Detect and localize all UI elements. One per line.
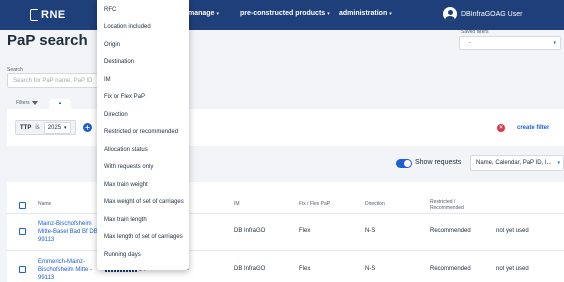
filter-panel: TTP is 2025 ▾ + × create filter	[7, 109, 564, 146]
menu-item-direction[interactable]: Direction	[104, 112, 128, 118]
logo-mark-icon	[30, 9, 38, 21]
row-divider	[7, 250, 564, 251]
filter-chip-key: TTP	[20, 124, 32, 131]
menu-item-allocation-status[interactable]: Allocation status	[104, 147, 148, 153]
filter-chip-operator: is	[35, 124, 40, 131]
page-title: PaP search	[7, 32, 88, 49]
menu-item-rfc[interactable]: RFC	[104, 7, 116, 13]
menu-item-destination[interactable]: Destination	[104, 59, 134, 65]
nav-administration[interactable]: administration ▾	[339, 10, 392, 17]
chevron-down-icon: ▾	[327, 11, 330, 17]
chevron-down-icon: ▾	[64, 124, 67, 131]
saved-filters-value: -	[469, 40, 471, 46]
nav-administration-label: administration	[339, 10, 388, 17]
nav-pre-constructed-products-label: pre-constructed products	[240, 10, 326, 17]
plus-circle-icon: +	[85, 123, 90, 132]
user-menu[interactable]: DBInfraGOAG User	[443, 7, 522, 21]
saved-filters-select[interactable]: - ▾	[459, 36, 561, 50]
row-usage-status: not yet used	[496, 266, 529, 272]
menu-item-location-included[interactable]: Location included	[104, 24, 151, 30]
header-fix-flex: Fix / Flex PaP	[299, 201, 331, 207]
row-direction: N-S	[365, 266, 376, 272]
menu-item-running-days[interactable]: Running days	[104, 252, 141, 258]
nav-pre-constructed-products[interactable]: pre-constructed products ▾	[240, 10, 330, 17]
row-restricted: Recommended	[430, 266, 471, 272]
header-name: Name	[38, 201, 52, 207]
header-restricted-recommended: Restricted / Recommended	[430, 199, 464, 211]
nav-manage[interactable]: manage ▾	[188, 10, 219, 17]
menu-item-max-length-carriages[interactable]: Max length of set of carriages	[104, 234, 183, 240]
row-checkbox[interactable]	[19, 228, 26, 235]
show-requests-label: Show requests	[415, 159, 462, 166]
menu-item-max-weight-carriages[interactable]: Max weight of set of carriages	[104, 199, 184, 205]
sort-select-value: Name, Calendar, PaP ID, I...	[476, 160, 552, 166]
rne-logo[interactable]: RNE	[30, 8, 66, 22]
chevron-up-icon: ▴	[58, 100, 62, 106]
create-filter-link[interactable]: create filter	[517, 125, 549, 131]
menu-item-fix-or-flex[interactable]: Fix or Flex PaP	[104, 94, 145, 100]
chevron-down-icon: ▾	[216, 11, 219, 17]
filter-chip-year-select[interactable]: 2025 ▾	[43, 121, 71, 134]
header-im: IM	[234, 201, 240, 207]
menu-item-max-train-length[interactable]: Max train length	[104, 217, 147, 223]
clear-filter-button[interactable]: ×	[497, 124, 505, 132]
row-restricted: Recommended	[430, 228, 471, 234]
toggle-knob	[404, 160, 411, 167]
menu-item-restricted-or-recommended[interactable]: Restricted or recommended	[104, 129, 178, 135]
header-direction: Direction	[365, 201, 385, 207]
results-table: Name IM Fix / Flex PaP Direction Restric…	[7, 182, 564, 282]
add-filter-button[interactable]: +	[83, 123, 92, 132]
menu-item-im[interactable]: IM	[104, 77, 111, 83]
chevron-down-icon: ▾	[557, 160, 560, 166]
filter-chip-ttp[interactable]: TTP is 2025 ▾	[15, 120, 76, 135]
row-im: DB InfraGO	[234, 228, 266, 234]
sort-select[interactable]: Name, Calendar, PaP ID, I... ▾	[470, 155, 564, 171]
menu-item-origin[interactable]: Origin	[104, 42, 120, 48]
row-fix-flex: Flex	[299, 228, 311, 234]
pap-name-link[interactable]: Emmerich-Mainz-Bischofsheim Mitte - 9911…	[38, 258, 102, 282]
select-all-checkbox[interactable]	[19, 202, 26, 209]
row-usage-status: not yet used	[496, 228, 529, 234]
filters-collapse-tab[interactable]: ▴	[49, 99, 71, 109]
user-name: DBInfraGOAG User	[461, 10, 523, 18]
search-input[interactable]: Search for PaP name, PaP ID	[7, 73, 102, 88]
row-fix-flex: Flex	[299, 266, 311, 272]
chevron-down-icon: ▾	[389, 11, 392, 17]
menu-item-max-train-weight[interactable]: Max train weight	[104, 182, 148, 188]
pap-name-link[interactable]: Mainz-Bischofsheim Mitte-Basel Bad Bf DB…	[38, 220, 102, 244]
saved-filters-label: Saved filters	[461, 29, 489, 35]
row-im: DB InfraGO	[234, 266, 266, 272]
filters-label: Filters	[16, 100, 30, 106]
nav-manage-label: manage	[188, 10, 215, 17]
user-avatar-icon	[443, 7, 457, 21]
row-direction: N-S	[365, 228, 376, 234]
show-requests-toggle[interactable]	[396, 159, 412, 168]
top-navigation-bar: RNE manage ▾ pre-constructed products ▾ ad…	[0, 0, 564, 30]
row-checkbox[interactable]	[19, 266, 26, 273]
header-divider	[7, 213, 564, 214]
chevron-down-icon: ▾	[553, 40, 556, 46]
close-circle-icon: ×	[499, 125, 503, 131]
menu-item-with-requests-only[interactable]: With requests only	[104, 164, 153, 170]
filters-toggle[interactable]: Filters	[16, 100, 38, 106]
funnel-icon	[31, 101, 38, 105]
filter-chip-year-value: 2025	[47, 124, 62, 131]
logo-text: RNE	[41, 9, 66, 21]
filter-attribute-menu: RFC Location included Origin Destination…	[97, 0, 189, 270]
